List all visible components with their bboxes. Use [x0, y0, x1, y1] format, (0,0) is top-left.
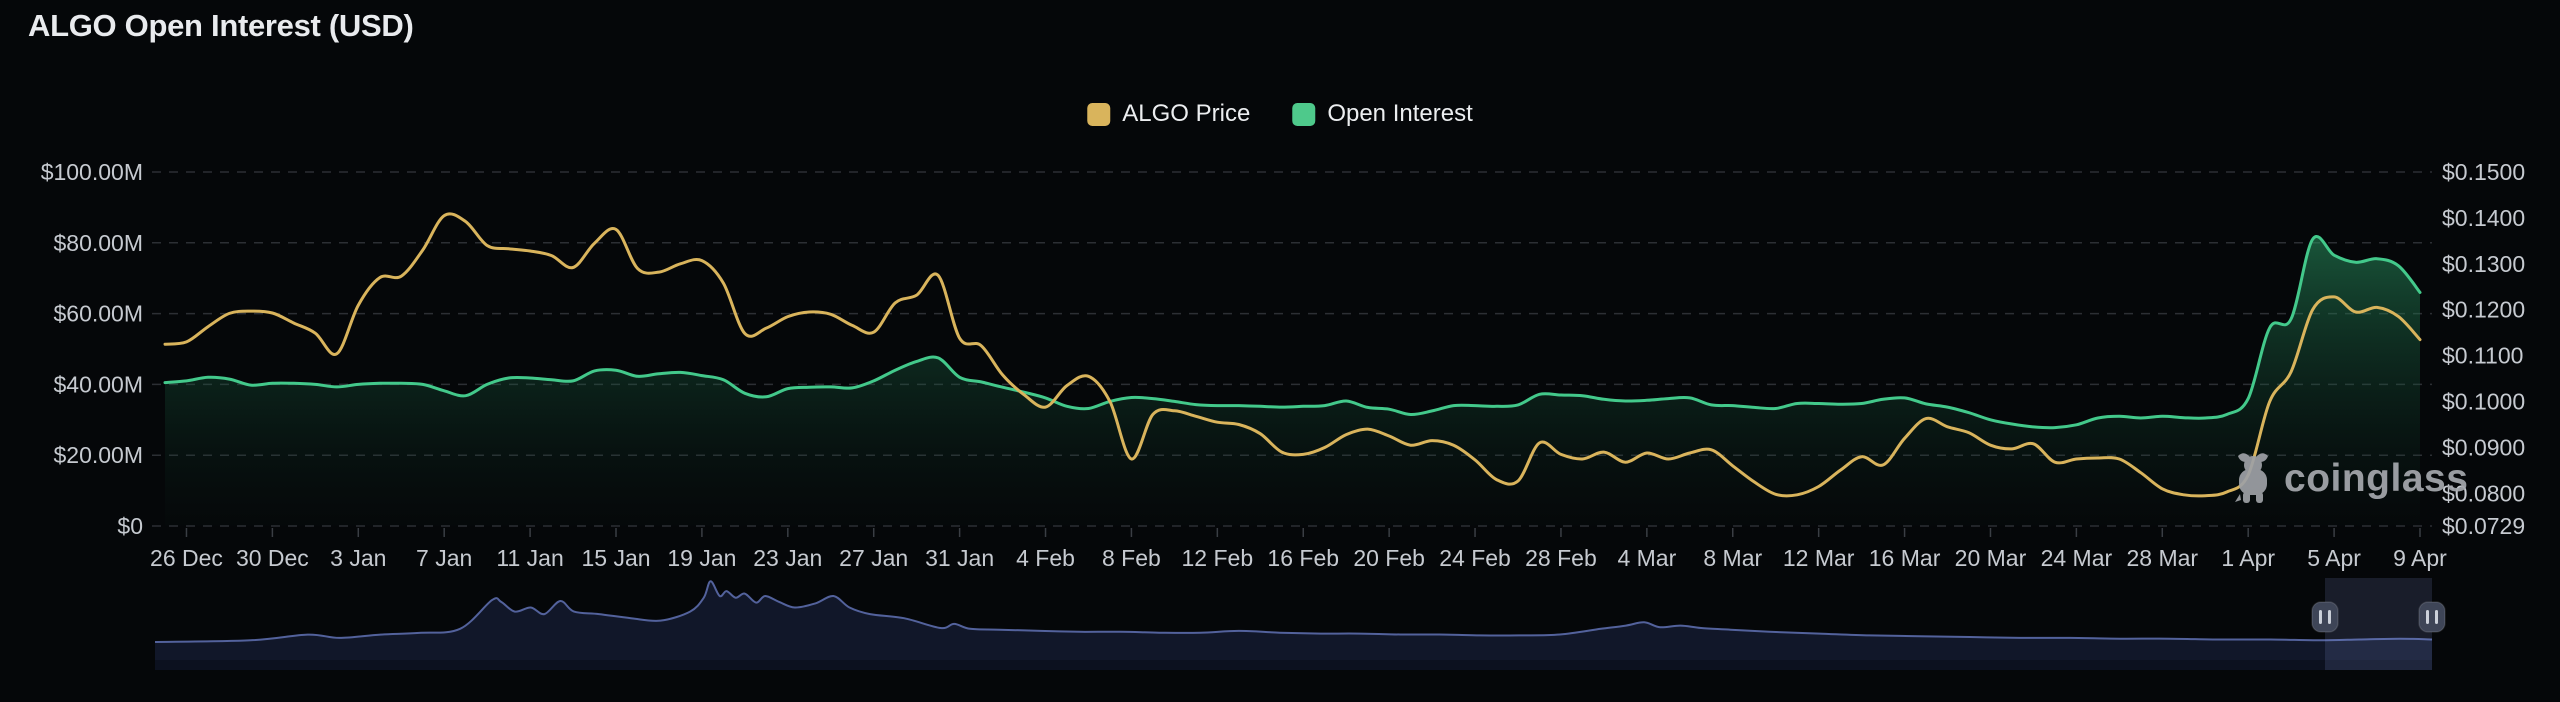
svg-text:28 Mar: 28 Mar [2126, 545, 2198, 571]
svg-text:26 Dec: 26 Dec [150, 545, 223, 571]
svg-text:23 Jan: 23 Jan [753, 545, 822, 571]
svg-text:$0.0800: $0.0800 [2442, 480, 2525, 506]
svg-text:8 Mar: 8 Mar [1703, 545, 1762, 571]
svg-text:24 Mar: 24 Mar [2041, 545, 2113, 571]
navigator-handle-right[interactable] [2419, 602, 2445, 632]
svg-text:$60.00M: $60.00M [53, 301, 143, 327]
svg-text:19 Jan: 19 Jan [667, 545, 736, 571]
svg-text:20 Feb: 20 Feb [1353, 545, 1425, 571]
svg-text:$20.00M: $20.00M [53, 442, 143, 468]
svg-text:$0.1300: $0.1300 [2442, 251, 2525, 277]
navigator-track[interactable] [155, 660, 2432, 670]
navigator[interactable] [155, 578, 2445, 670]
svg-text:$40.00M: $40.00M [53, 371, 143, 397]
svg-text:30 Dec: 30 Dec [236, 545, 309, 571]
svg-text:$0.1400: $0.1400 [2442, 205, 2525, 231]
svg-text:15 Jan: 15 Jan [581, 545, 650, 571]
open-interest-area [165, 236, 2420, 526]
svg-text:20 Mar: 20 Mar [1955, 545, 2027, 571]
navigator-selection[interactable] [2325, 578, 2432, 670]
svg-text:11 Jan: 11 Jan [496, 545, 563, 571]
svg-text:3 Jan: 3 Jan [330, 545, 386, 571]
svg-text:16 Mar: 16 Mar [1869, 545, 1941, 571]
svg-text:$0.1500: $0.1500 [2442, 159, 2525, 185]
svg-text:$0: $0 [117, 513, 143, 539]
navigator-area [155, 581, 2432, 660]
left-axis-labels: $0 $20.00M $40.00M $60.00M $80.00M $100.00M [41, 159, 143, 539]
svg-text:$80.00M: $80.00M [53, 230, 143, 256]
svg-text:$0.1100: $0.1100 [2442, 343, 2523, 369]
svg-text:12 Feb: 12 Feb [1182, 545, 1254, 571]
svg-text:$0.1000: $0.1000 [2442, 389, 2525, 415]
svg-text:5 Apr: 5 Apr [2307, 545, 2361, 571]
svg-text:8 Feb: 8 Feb [1102, 545, 1161, 571]
svg-text:7 Jan: 7 Jan [416, 545, 472, 571]
coinglass-open-interest-page: ALGO Open Interest (USD) ALGO Price Open… [0, 0, 2560, 702]
svg-text:4 Feb: 4 Feb [1016, 545, 1075, 571]
svg-text:16 Feb: 16 Feb [1267, 545, 1339, 571]
svg-text:27 Jan: 27 Jan [839, 545, 908, 571]
svg-text:9 Apr: 9 Apr [2393, 545, 2447, 571]
svg-text:31 Jan: 31 Jan [925, 545, 994, 571]
svg-text:$0.0900: $0.0900 [2442, 434, 2525, 460]
right-axis-labels: $0.1500 $0.1400 $0.1300 $0.1200 $0.1100 $0.10… [2442, 159, 2525, 539]
x-axis-labels: 26 Dec 30 Dec 3 Jan 7 Jan 11 Jan 15 Jan 19 Jan… [150, 528, 2447, 571]
svg-text:$100.00M: $100.00M [41, 159, 143, 185]
svg-text:24 Feb: 24 Feb [1439, 545, 1511, 571]
svg-text:12 Mar: 12 Mar [1783, 545, 1855, 571]
svg-text:$0.0729: $0.0729 [2442, 513, 2525, 539]
chart-canvas[interactable]: $0$20.00M$40.00M$60.00M$80.00M$100.00M$0… [0, 0, 2560, 702]
svg-text:$0.1200: $0.1200 [2442, 297, 2525, 323]
svg-text:1 Apr: 1 Apr [2221, 545, 2275, 571]
svg-text:4 Mar: 4 Mar [1617, 545, 1676, 571]
svg-text:28 Feb: 28 Feb [1525, 545, 1597, 571]
navigator-handle-left[interactable] [2312, 602, 2338, 632]
